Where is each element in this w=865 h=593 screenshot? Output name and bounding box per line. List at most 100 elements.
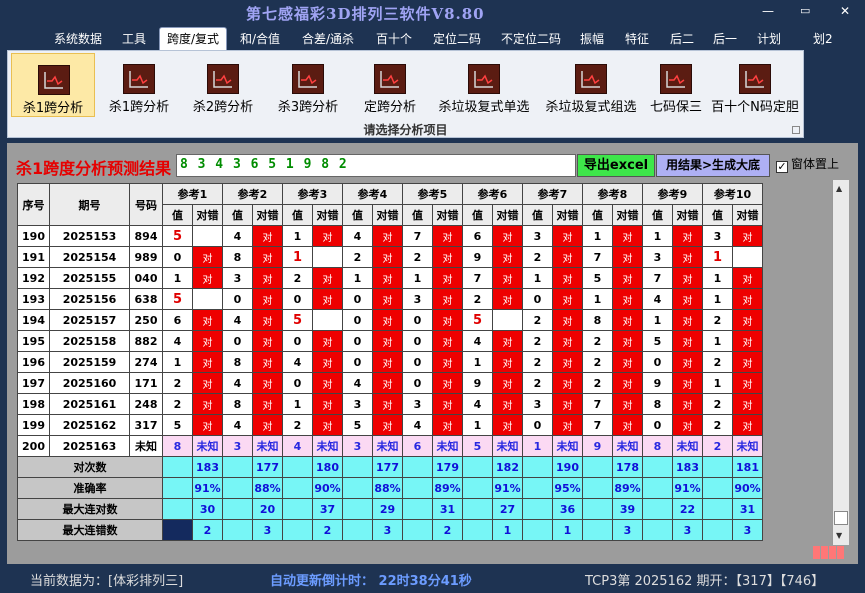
ribbon-kill3-span-button[interactable]: 杀3跨分析 bbox=[269, 53, 347, 117]
cell-value: 7 bbox=[582, 246, 613, 268]
menu-last-one[interactable]: 后一 bbox=[713, 30, 737, 47]
cell-hit: 对 bbox=[492, 351, 523, 373]
menu-feature[interactable]: 特征 bbox=[625, 30, 649, 47]
table-row[interactable]: 199 2025162 317 5 对 4 对 2 对 5 对 4 对 1 对 0 对 7 对 0 对 2 对 bbox=[17, 414, 763, 436]
menu-diff-kill[interactable]: 合差/通杀 bbox=[302, 30, 354, 47]
stat-spacer bbox=[522, 498, 553, 520]
cell-hit: 对 bbox=[192, 246, 223, 268]
cell-hit: 对 bbox=[252, 267, 283, 289]
scroll-down-icon[interactable]: ▼ bbox=[836, 531, 842, 540]
scroll-up-icon[interactable]: ▲ bbox=[836, 184, 842, 193]
stat-spacer bbox=[642, 498, 673, 520]
menu-plan-2[interactable]: 划2 bbox=[813, 30, 833, 47]
cell-hit: 对 bbox=[432, 225, 463, 247]
analysis-table: 序号 期号 号码 参考1 参考2 参考3 参考4 参考5 参考6 参考7 参考8 参考9 参考10 值对错… bbox=[17, 183, 763, 541]
ribbon-seven-code-button[interactable]: 七码保三 bbox=[645, 53, 707, 117]
minimize-button[interactable]: — bbox=[762, 4, 774, 18]
cell-value: 0 bbox=[522, 288, 553, 310]
ribbon-kill1-span-button-2[interactable]: 杀1跨分析 bbox=[100, 53, 178, 117]
menu-last-two[interactable]: 后二 bbox=[670, 30, 694, 47]
cell-hit: 对 bbox=[732, 330, 763, 352]
cell-value: 2 bbox=[402, 246, 433, 268]
cell-hit: 对 bbox=[432, 372, 463, 394]
cell-value: 0 bbox=[162, 246, 193, 268]
stat-value: 2 bbox=[312, 519, 343, 541]
cell-hit: 对 bbox=[732, 309, 763, 331]
stat-value: 89% bbox=[432, 477, 463, 499]
restore-button[interactable]: ▭ bbox=[800, 4, 810, 17]
menu-span-compound[interactable]: 跨度/复式 bbox=[159, 27, 228, 50]
cell-value: 5 bbox=[162, 225, 193, 247]
stat-spacer bbox=[282, 456, 313, 478]
ribbon-button-label: 杀3跨分析 bbox=[277, 100, 339, 115]
table-row[interactable]: 198 2025161 248 2 对 8 对 1 对 3 对 3 对 4 对 3 对 7 对 8 对 2 对 bbox=[17, 393, 763, 415]
table-row[interactable]: 197 2025160 171 2 对 4 对 0 对 4 对 0 对 9 对 2 对 2 对 9 对 1 对 bbox=[17, 372, 763, 394]
cell-hit: 对 bbox=[372, 414, 403, 436]
stat-spacer bbox=[342, 498, 373, 520]
cell-value: 5 bbox=[342, 414, 373, 436]
table-row[interactable]: 191 2025154 989 0 对 8 对 1 2 对 2 对 9 对 2 对 7 对 3 对 1 bbox=[17, 246, 763, 268]
close-button[interactable]: ✕ bbox=[840, 4, 850, 18]
table-row[interactable]: 195 2025158 882 4 对 0 对 0 对 0 对 0 对 4 对 2 对 2 对 5 对 1 对 bbox=[17, 330, 763, 352]
cell-value: 1 bbox=[702, 246, 733, 268]
ribbon-n-code-button[interactable]: 百十个N码定胆 bbox=[708, 53, 802, 117]
cell-value: 8 bbox=[222, 393, 253, 415]
cell-hit: 对 bbox=[612, 330, 643, 352]
generate-base-button[interactable]: 用结果>生成大底 bbox=[656, 154, 770, 177]
cell-hit: 对 bbox=[732, 288, 763, 310]
cell-seq: 199 bbox=[17, 414, 50, 436]
expand-icon[interactable] bbox=[792, 126, 800, 134]
cell-hit: 对 bbox=[732, 393, 763, 415]
header-seq: 序号 bbox=[17, 183, 50, 226]
header-ref-10: 参考10 bbox=[702, 183, 763, 205]
export-excel-button[interactable]: 导出excel bbox=[577, 154, 655, 177]
ribbon-kill-junk-group-button[interactable]: 杀垃圾复式组选 bbox=[538, 53, 644, 117]
pending-row[interactable]: 200 2025163 未知 8 未知 3 未知 4 未知 3 未知 6 未知 5 未知 1 未知 9 未知 8 未知 2… bbox=[17, 435, 763, 457]
ribbon-fixed-span-button[interactable]: 定跨分析 bbox=[351, 53, 429, 117]
ribbon-kill-junk-single-button[interactable]: 杀垃圾复式单选 bbox=[431, 53, 537, 117]
header-ref-4: 参考4 bbox=[342, 183, 403, 205]
cell-pending-value: 3 bbox=[222, 435, 253, 457]
cell-pending-value: 6 bbox=[402, 435, 433, 457]
menu-system-data[interactable]: 系统数据 bbox=[54, 30, 102, 47]
vertical-scrollbar[interactable]: ▲ ▼ bbox=[832, 180, 849, 545]
cell-value: 0 bbox=[402, 330, 433, 352]
menu-tools[interactable]: 工具 bbox=[122, 30, 146, 47]
menu-hundreds-tens-units[interactable]: 百十个 bbox=[376, 30, 412, 47]
cell-hit: 对 bbox=[192, 351, 223, 373]
stat-spacer bbox=[582, 498, 613, 520]
cell-value: 5 bbox=[282, 309, 313, 331]
ribbon-kill1-span-button[interactable]: 杀1跨分析 bbox=[11, 53, 95, 117]
stat-spacer bbox=[222, 456, 253, 478]
menu-unfixed-two[interactable]: 不定位二码 bbox=[501, 30, 561, 47]
cell-hit: 对 bbox=[672, 330, 703, 352]
cell-value: 0 bbox=[282, 372, 313, 394]
table-row[interactable]: 192 2025155 040 1 对 3 对 2 对 1 对 1 对 7 对 1 对 5 对 7 对 1 对 bbox=[17, 267, 763, 289]
stat-value: 177 bbox=[372, 456, 403, 478]
cell-value: 2 bbox=[522, 372, 553, 394]
cell-hit: 对 bbox=[312, 288, 343, 310]
menu-plan[interactable]: 计划 bbox=[757, 30, 781, 47]
ribbon-kill2-span-button[interactable]: 杀2跨分析 bbox=[184, 53, 262, 117]
cell-hit: 对 bbox=[372, 225, 403, 247]
checkbox-check-icon[interactable]: ✓ bbox=[776, 161, 788, 173]
ribbon-button-label: 杀垃圾复式单选 bbox=[438, 100, 530, 115]
cell-code: 171 bbox=[129, 372, 163, 394]
cell-value: 1 bbox=[282, 246, 313, 268]
ontop-checkbox[interactable]: ✓ 窗体置上 bbox=[776, 155, 839, 173]
menu-sum-value[interactable]: 和/合值 bbox=[240, 30, 280, 47]
menu-amplitude[interactable]: 振幅 bbox=[580, 30, 604, 47]
result-field[interactable]: 8 3 4 3 6 5 1 9 8 2 bbox=[176, 154, 576, 177]
cell-value: 1 bbox=[582, 288, 613, 310]
cell-hit: 对 bbox=[612, 372, 643, 394]
progress-indicator bbox=[813, 546, 848, 559]
cell-hit: 对 bbox=[552, 351, 583, 373]
table-row[interactable]: 194 2025157 250 6 对 4 对 5 0 对 0 对 5 2 对 8 对 1 对 2 对 bbox=[17, 309, 763, 331]
table-row[interactable]: 190 2025153 894 5 4 对 1 对 4 对 7 对 6 对 3 对 1 对 1 对 3 对 bbox=[17, 225, 763, 247]
cell-pending-value: 2 bbox=[702, 435, 733, 457]
table-row[interactable]: 193 2025156 638 5 0 对 0 对 0 对 3 对 2 对 0 对 1 对 4 对 1 对 bbox=[17, 288, 763, 310]
menu-fixed-two[interactable]: 定位二码 bbox=[433, 30, 481, 47]
scroll-thumb[interactable] bbox=[834, 511, 848, 525]
cell-hit: 对 bbox=[612, 393, 643, 415]
table-row[interactable]: 196 2025159 274 1 对 8 对 4 对 0 对 0 对 1 对 2 对 2 对 0 对 2 对 bbox=[17, 351, 763, 373]
